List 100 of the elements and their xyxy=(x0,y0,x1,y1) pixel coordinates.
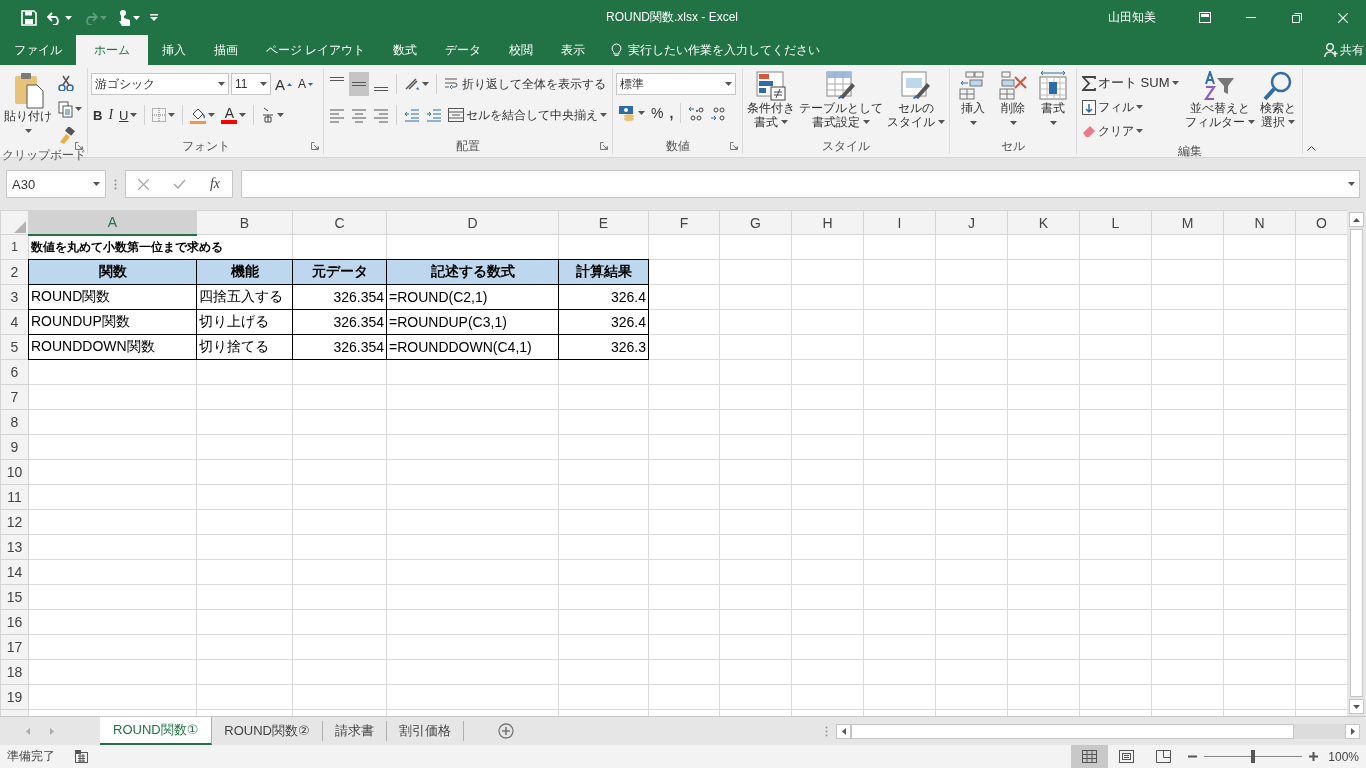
ribbon-tab[interactable]: 表示 xyxy=(547,35,600,65)
slider-thumb[interactable] xyxy=(1251,750,1256,763)
ribbon-tab[interactable]: 校閲 xyxy=(495,35,548,65)
row-header[interactable]: 15 xyxy=(0,584,29,610)
autosum-button[interactable]: オート SUM xyxy=(1080,71,1181,95)
ribbon-tab[interactable]: ページ レイアウト xyxy=(252,35,380,65)
sheet-tab[interactable]: 請求書 xyxy=(322,721,387,741)
row-header[interactable]: 4 xyxy=(0,309,29,335)
row-header[interactable]: 5 xyxy=(0,334,29,360)
row-header[interactable]: 1 xyxy=(0,234,29,260)
row-header[interactable]: 11 xyxy=(0,484,29,510)
collapse-ribbon-icon[interactable] xyxy=(1307,146,1316,151)
fill-button[interactable]: フィル xyxy=(1080,95,1181,119)
zoom-in-icon[interactable] xyxy=(1309,752,1319,761)
zoom-level[interactable]: 100% xyxy=(1328,749,1359,764)
name-box[interactable]: A30 xyxy=(6,170,106,198)
row-header[interactable]: 14 xyxy=(0,559,29,585)
column-header[interactable]: O xyxy=(1295,210,1347,235)
tell-me-field[interactable]: 実行したい作業を入力してください xyxy=(628,41,821,59)
scroll-up-button[interactable] xyxy=(1349,212,1364,227)
cells-button[interactable]: 書式 xyxy=(1033,71,1073,138)
row-header[interactable]: 6 xyxy=(0,359,29,385)
column-header[interactable]: M xyxy=(1151,210,1224,235)
column-header[interactable]: F xyxy=(648,210,720,235)
zoom-out-icon[interactable] xyxy=(1188,755,1198,758)
sheet-tab[interactable]: ROUND関数② xyxy=(212,721,323,741)
column-header[interactable]: E xyxy=(558,210,649,235)
find-select-button[interactable]: 検索と 選択 xyxy=(1258,71,1297,143)
sheet-tab[interactable]: ROUND関数① xyxy=(100,717,213,745)
font-size-field[interactable]: 11 xyxy=(231,73,271,95)
sort-filter-button[interactable]: 並べ替えと フィルター xyxy=(1183,71,1256,143)
font-color-button[interactable]: A xyxy=(219,103,249,127)
ribbon-tab[interactable]: データ xyxy=(431,35,496,65)
style-button[interactable]: セルの スタイル xyxy=(886,71,946,138)
row-header[interactable]: 8 xyxy=(0,409,29,435)
column-header[interactable]: G xyxy=(719,210,792,235)
caret-icon xyxy=(422,82,429,86)
vertical-align-button[interactable] xyxy=(349,72,369,96)
save-button[interactable] xyxy=(18,7,40,28)
row-header[interactable]: 17 xyxy=(0,634,29,660)
ribbon-tab[interactable]: 描画 xyxy=(200,35,252,65)
caret-icon xyxy=(863,120,870,124)
bold-button[interactable]: B xyxy=(91,103,105,127)
row-header[interactable]: 7 xyxy=(0,384,29,410)
scroll-down-button[interactable] xyxy=(1349,699,1364,714)
scroll-thumb[interactable] xyxy=(851,723,1294,739)
column-header[interactable]: N xyxy=(1223,210,1296,235)
share-button[interactable]: 共有 xyxy=(1322,35,1366,65)
scroll-right-button[interactable] xyxy=(1345,723,1360,739)
formula-field[interactable] xyxy=(241,170,1360,198)
wrap-text-button[interactable]: 折り返して全体を表示する xyxy=(442,72,608,96)
scroll-left-button[interactable] xyxy=(836,723,851,739)
cells-button[interactable]: 削除 xyxy=(993,71,1033,138)
shrink-font-button[interactable]: A xyxy=(296,72,316,96)
style-button[interactable]: テーブルとして 書式設定 xyxy=(798,71,884,138)
italic-button[interactable]: I xyxy=(106,103,116,127)
view-button[interactable] xyxy=(1071,745,1109,768)
column-header[interactable]: A xyxy=(28,210,197,235)
scroll-thumb[interactable] xyxy=(1350,229,1363,697)
column-header[interactable]: H xyxy=(791,210,864,235)
ribbon-tab[interactable]: ファイル xyxy=(0,35,76,65)
comma-button[interactable]: , xyxy=(667,101,676,125)
row-header[interactable]: 9 xyxy=(0,434,29,460)
paste-button[interactable]: 貼り付け xyxy=(3,71,53,147)
row-header[interactable]: 3 xyxy=(0,284,29,310)
row-header[interactable]: 12 xyxy=(0,509,29,535)
number-format-field[interactable]: 標準 xyxy=(616,73,736,95)
paint-bucket-icon xyxy=(190,106,207,124)
column-header[interactable]: J xyxy=(935,210,1008,235)
cells-button[interactable]: 挿入 xyxy=(953,71,993,138)
column-header[interactable]: C xyxy=(292,210,387,235)
row-header[interactable]: 18 xyxy=(0,659,29,685)
column-header[interactable]: I xyxy=(863,210,936,235)
caret-icon xyxy=(600,113,607,117)
row-header[interactable]: 10 xyxy=(0,459,29,485)
clipboard-icon xyxy=(12,71,44,109)
merge-center-button[interactable]: セルを結合して中央揃え xyxy=(446,103,609,127)
row-header[interactable]: 16 xyxy=(0,609,29,635)
row-header[interactable]: 19 xyxy=(0,684,29,710)
column-header[interactable]: L xyxy=(1079,210,1152,235)
ribbon-tab[interactable]: 数式 xyxy=(379,35,432,65)
caret-icon xyxy=(1136,129,1143,133)
ribbon-tab[interactable]: ホーム xyxy=(76,35,148,65)
sheet-tab[interactable]: 割引価格 xyxy=(386,721,464,741)
insert-function-button[interactable]: fx xyxy=(207,172,222,196)
style-button[interactable]: 条件付き 書式 xyxy=(746,71,796,138)
column-header[interactable]: K xyxy=(1007,210,1080,235)
clear-button[interactable]: クリア xyxy=(1080,119,1181,143)
column-header[interactable]: D xyxy=(386,210,559,235)
row-header[interactable]: 2 xyxy=(0,259,29,285)
row-header[interactable]: 13 xyxy=(0,534,29,560)
underline-button[interactable]: U xyxy=(117,103,140,127)
add-sheet-icon[interactable] xyxy=(497,723,514,739)
font-name-field[interactable]: 游ゴシック xyxy=(91,73,229,95)
macro-record-icon[interactable] xyxy=(75,750,88,763)
percent-button[interactable]: % xyxy=(649,101,666,125)
customize-button[interactable] xyxy=(147,11,161,24)
grow-font-button[interactable]: A xyxy=(273,72,294,96)
column-header[interactable]: B xyxy=(196,210,293,235)
ribbon-tab[interactable]: 挿入 xyxy=(148,35,200,65)
